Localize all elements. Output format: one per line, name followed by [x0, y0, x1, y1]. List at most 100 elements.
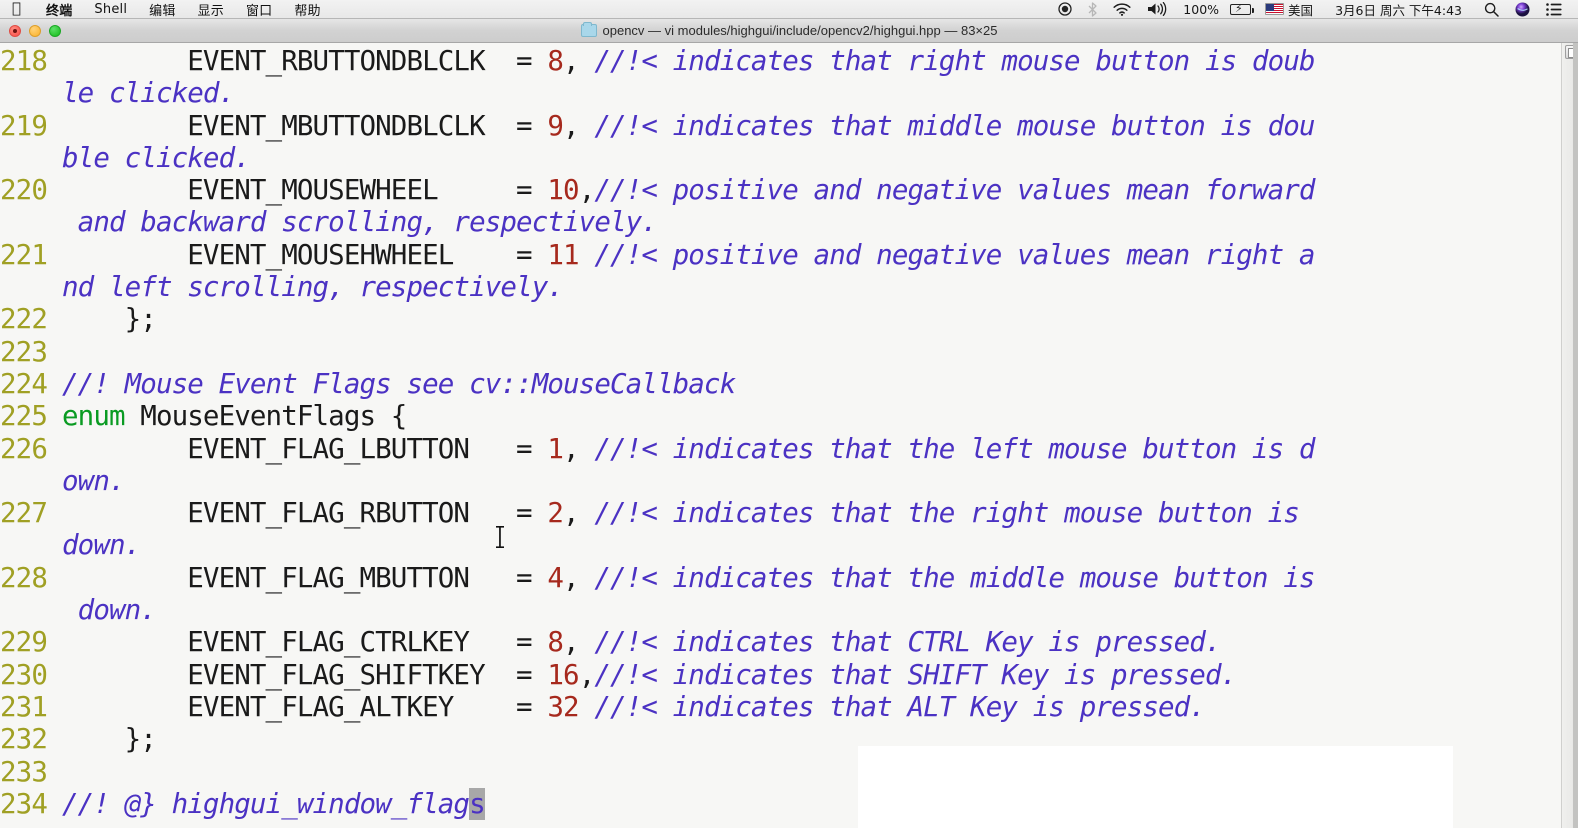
code-line-wrap: le clicked.: [0, 77, 1561, 109]
code-number: 11: [547, 238, 579, 271]
menu-item-help[interactable]: 帮助: [283, 0, 331, 19]
input-source-indicator[interactable]: 美国: [1263, 0, 1321, 18]
menu-item-label: 窗口: [236, 3, 272, 19]
menu-bar-status-group: 100% ⚡ 美国 3月6日 周六 下午4:43: [1050, 0, 1578, 18]
battery-percent-label: 100%: [1175, 0, 1227, 18]
battery-percent-text: 100%: [1183, 1, 1220, 17]
window-right-edge: [1573, 43, 1578, 828]
menu-item-shell[interactable]: Shell: [83, 0, 138, 18]
line-number: 224: [0, 367, 48, 400]
line-number: 220: [0, 174, 48, 207]
code-line[interactable]: 225 enum MouseEventFlags {: [0, 400, 1561, 432]
line-number: 223: [0, 335, 48, 368]
code-number: 9: [547, 109, 564, 142]
minimize-button[interactable]: [29, 24, 41, 37]
line-number: 219: [0, 109, 48, 142]
macos-menu-bar:  终端 Shell 编辑 显示 窗口 帮助: [0, 0, 1578, 19]
line-number: 232: [0, 723, 48, 756]
code-line[interactable]: 221 EVENT_MOUSEHWHEEL = 11 //!< positive…: [0, 239, 1561, 271]
close-button[interactable]: [9, 24, 21, 37]
code-identifier: EVENT_MOUSEHWHEEL =: [62, 238, 548, 271]
code-comment-continued: ble clicked.: [62, 141, 251, 174]
code-identifier: EVENT_FLAG_SHIFTKEY =: [62, 658, 548, 691]
code-line-wrap: down.: [0, 529, 1561, 561]
code-comment: //!< indicates that the left mouse butto…: [594, 432, 1315, 465]
code-comment: //! @} highgui_window_flag: [62, 787, 470, 820]
code-comment-continued: down.: [62, 594, 157, 627]
code-comment: //!< positive and negative values mean r…: [594, 238, 1315, 271]
control-center-icon[interactable]: [1538, 0, 1570, 18]
white-overlay-panel: [858, 746, 1453, 828]
code-identifier: };: [62, 303, 157, 336]
us-flag-icon: [1265, 3, 1285, 15]
code-line[interactable]: 228 EVENT_FLAG_MBUTTON = 4, //!< indicat…: [0, 562, 1561, 594]
code-number: 1: [547, 432, 564, 465]
code-identifier: EVENT_FLAG_ALTKEY =: [62, 690, 548, 723]
vi-code-area[interactable]: 218 EVENT_RBUTTONDBLCLK = 8, //!< indica…: [0, 43, 1561, 828]
code-line[interactable]: 219 EVENT_MBUTTONDBLCLK = 9, //!< indica…: [0, 110, 1561, 142]
menu-item-label: 终端: [37, 3, 72, 19]
battery-charging-icon[interactable]: ⚡: [1227, 0, 1263, 18]
code-identifier: EVENT_MOUSEWHEEL =: [62, 174, 548, 207]
line-number: 233: [0, 755, 48, 788]
clock[interactable]: 3月6日 周六 下午4:43: [1321, 0, 1476, 18]
window-title-bar[interactable]: opencv — vi modules/highgui/include/open…: [0, 19, 1578, 43]
code-number: 8: [547, 45, 564, 77]
code-identifier: EVENT_RBUTTONDBLCLK =: [62, 45, 548, 77]
line-number: 231: [0, 690, 48, 723]
menu-item-edit[interactable]: 编辑: [138, 0, 186, 19]
menu-item-terminal[interactable]: 终端: [35, 0, 83, 19]
apple-logo-icon[interactable]: : [12, 0, 21, 16]
line-number: 234: [0, 787, 48, 820]
code-line[interactable]: 223: [0, 336, 1561, 368]
wifi-icon[interactable]: [1105, 0, 1139, 18]
code-number: 32: [547, 690, 579, 723]
code-line[interactable]: 224 //! Mouse Event Flags see cv::MouseCa…: [0, 368, 1561, 400]
code-line[interactable]: 220 EVENT_MOUSEWHEEL = 10,//!< positive …: [0, 174, 1561, 206]
menu-item-window[interactable]: 窗口: [235, 0, 283, 19]
code-keyword: enum: [62, 400, 126, 433]
code-line[interactable]: 222 };: [0, 303, 1561, 335]
code-punctuation: ,: [563, 45, 595, 77]
line-number: 226: [0, 432, 48, 465]
code-line[interactable]: 227 EVENT_FLAG_RBUTTON = 2, //!< indicat…: [0, 497, 1561, 529]
code-line[interactable]: 229 EVENT_FLAG_CTRLKEY = 8, //!< indicat…: [0, 626, 1561, 658]
window-title-group: opencv — vi modules/highgui/include/open…: [0, 22, 1578, 38]
code-identifier: EVENT_FLAG_LBUTTON =: [62, 432, 548, 465]
code-punctuation: ,: [563, 561, 595, 594]
volume-icon[interactable]: [1139, 0, 1175, 18]
code-identifier: EVENT_MBUTTONDBLCLK =: [62, 109, 548, 142]
code-line[interactable]: 226 EVENT_FLAG_LBUTTON = 1, //!< indicat…: [0, 433, 1561, 465]
code-line-wrap: own.: [0, 465, 1561, 497]
code-line[interactable]: 231 EVENT_FLAG_ALTKEY = 32 //!< indicate…: [0, 691, 1561, 723]
code-punctuation: ,: [563, 497, 595, 530]
window-title: opencv — vi modules/highgui/include/open…: [602, 23, 998, 38]
siri-icon[interactable]: [1507, 0, 1538, 18]
code-line[interactable]: 218 EVENT_RBUTTONDBLCLK = 8, //!< indica…: [0, 45, 1561, 77]
code-comment: //!< indicates that the right mouse butt…: [594, 497, 1299, 530]
code-line[interactable]: 230 EVENT_FLAG_SHIFTKEY = 16,//!< indica…: [0, 659, 1561, 691]
code-identifier: MouseEventFlags {: [124, 400, 407, 433]
code-comment: //!< indicates that right mouse button i…: [594, 45, 1315, 77]
code-punctuation: [579, 691, 595, 723]
record-indicator-icon[interactable]: [1050, 0, 1080, 18]
spotlight-search-icon[interactable]: [1476, 0, 1507, 18]
code-number: 8: [547, 626, 564, 659]
code-comment: //!< indicates that the middle mouse but…: [594, 561, 1315, 594]
code-line-wrap: and backward scrolling, respectively.: [0, 206, 1561, 238]
code-comment: //!< indicates that middle mouse button …: [594, 109, 1315, 142]
bluetooth-icon[interactable]: [1080, 0, 1105, 18]
menu-item-label: 帮助: [285, 3, 320, 19]
code-identifier: EVENT_FLAG_RBUTTON =: [62, 497, 548, 530]
code-punctuation: ,: [578, 658, 596, 691]
code-line-wrap: ble clicked.: [0, 142, 1561, 174]
code-comment-continued: le clicked.: [62, 77, 235, 110]
menu-item-view[interactable]: 显示: [187, 0, 235, 19]
line-number: 218: [0, 45, 48, 77]
terminal-window-body[interactable]: 218 EVENT_RBUTTONDBLCLK = 8, //!< indica…: [0, 43, 1578, 828]
code-identifier: EVENT_FLAG_MBUTTON =: [62, 561, 548, 594]
zoom-button[interactable]: [49, 24, 61, 37]
menu-bar-left-group:  终端 Shell 编辑 显示 窗口 帮助: [0, 0, 332, 19]
code-comment: //!< indicates that SHIFT Key is pressed…: [594, 658, 1237, 691]
code-line-wrap: nd left scrolling, respectively.: [0, 271, 1561, 303]
